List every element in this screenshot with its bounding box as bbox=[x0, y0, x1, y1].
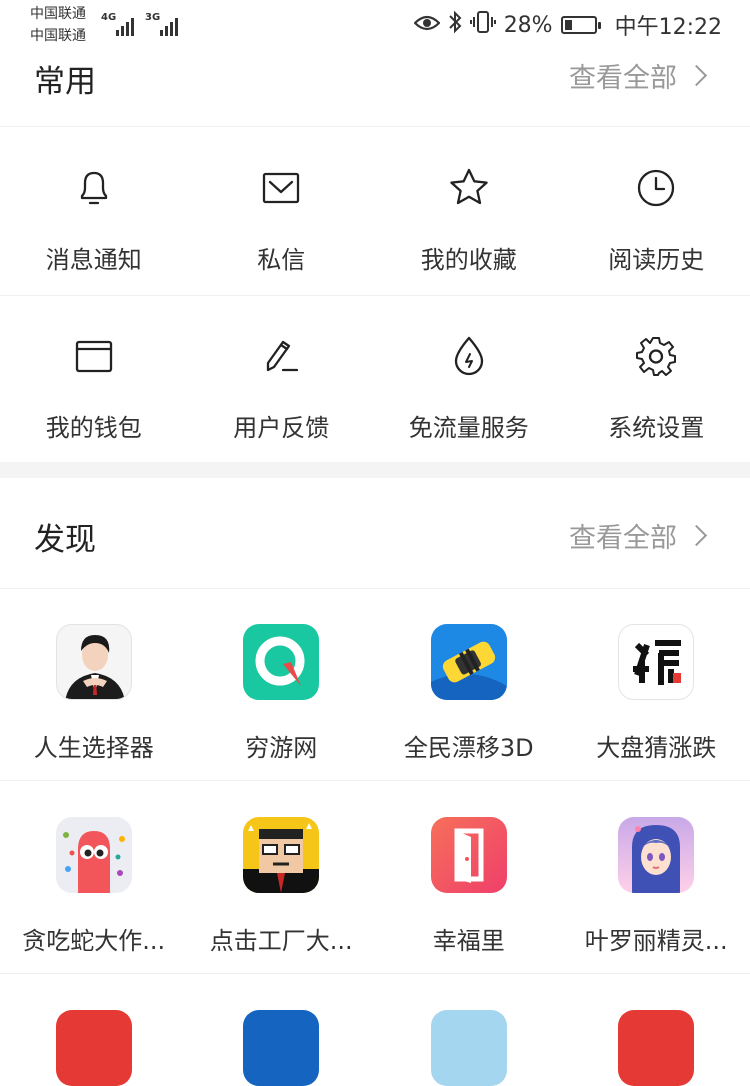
common-item-label: 私信 bbox=[257, 240, 305, 275]
discover-app-drift-3d[interactable]: 全民漂移3D bbox=[375, 624, 563, 763]
app-label: 大盘猜涨跌 bbox=[596, 728, 716, 763]
battery-icon bbox=[561, 16, 597, 34]
discover-row-1: 人生选择器 穷游网 全民漂移3D 大盘猜涨跌 bbox=[0, 624, 750, 763]
common-item-notifications[interactable]: 消息通知 bbox=[0, 164, 188, 275]
divider bbox=[0, 780, 750, 781]
life-chooser-app-icon bbox=[56, 624, 132, 700]
battery-fill bbox=[565, 20, 573, 30]
common-item-label: 免流量服务 bbox=[409, 408, 529, 443]
common-row-1: 消息通知 私信 我的收藏 阅读历史 bbox=[0, 164, 750, 275]
status-bar: 中国联通 中国联通 4G 3G 28% 中午12:22 bbox=[0, 0, 750, 50]
chevron-right-icon bbox=[686, 65, 707, 86]
common-item-label: 系统设置 bbox=[608, 408, 704, 443]
snake-app-icon bbox=[56, 817, 132, 893]
network-type-2: 3G bbox=[145, 12, 160, 23]
qyer-app-icon bbox=[243, 624, 319, 700]
carrier-label-1: 中国联通 bbox=[30, 6, 86, 22]
common-item-label: 用户反馈 bbox=[233, 408, 329, 443]
discover-app-partial[interactable] bbox=[188, 1010, 376, 1086]
gear-icon bbox=[632, 332, 680, 380]
vibrate-icon bbox=[470, 10, 496, 40]
common-row-2: 我的钱包 用户反馈 免流量服务 系统设置 bbox=[0, 332, 750, 443]
stock-guess-app-icon bbox=[618, 624, 694, 700]
clock-time: 中午12:22 bbox=[615, 9, 722, 41]
partial-app-icon bbox=[431, 1010, 507, 1086]
yeloli-app-icon bbox=[618, 817, 694, 893]
app-label: 穷游网 bbox=[245, 728, 317, 763]
discover-app-life-chooser[interactable]: 人生选择器 bbox=[0, 624, 188, 763]
common-item-label: 我的收藏 bbox=[421, 240, 517, 275]
app-label: 点击工厂大... bbox=[210, 921, 353, 956]
discover-app-click-factory[interactable]: 点击工厂大... bbox=[188, 817, 376, 956]
partial-app-icon bbox=[618, 1010, 694, 1086]
discover-app-xingfuli[interactable]: 幸福里 bbox=[375, 817, 563, 956]
common-item-label: 消息通知 bbox=[46, 240, 142, 275]
app-label: 贪吃蛇大作... bbox=[22, 921, 165, 956]
partial-app-icon bbox=[243, 1010, 319, 1086]
drop-icon bbox=[445, 332, 493, 380]
discover-app-partial[interactable] bbox=[563, 1010, 750, 1086]
network-type-1: 4G bbox=[101, 12, 116, 23]
divider bbox=[0, 295, 750, 296]
app-label: 幸福里 bbox=[433, 921, 505, 956]
section-separator bbox=[0, 462, 750, 478]
common-item-wallet[interactable]: 我的钱包 bbox=[0, 332, 188, 443]
common-item-history[interactable]: 阅读历史 bbox=[563, 164, 750, 275]
app-label: 叶罗丽精灵... bbox=[585, 921, 728, 956]
common-item-feedback[interactable]: 用户反馈 bbox=[188, 332, 376, 443]
discover-section-header: 发现 查看全部 bbox=[0, 504, 750, 564]
chevron-right-icon bbox=[686, 525, 707, 546]
common-item-private-message[interactable]: 私信 bbox=[188, 164, 376, 275]
wallet-icon bbox=[70, 332, 118, 380]
common-item-favorites[interactable]: 我的收藏 bbox=[375, 164, 563, 275]
status-right: 28% 中午12:22 bbox=[414, 8, 722, 42]
common-item-settings[interactable]: 系统设置 bbox=[563, 332, 750, 443]
common-section-title: 常用 bbox=[34, 56, 96, 101]
xingfuli-app-icon bbox=[431, 817, 507, 893]
discover-app-qyer[interactable]: 穷游网 bbox=[188, 624, 376, 763]
discover-app-partial[interactable] bbox=[0, 1010, 188, 1086]
discover-app-partial[interactable] bbox=[375, 1010, 563, 1086]
battery-percent: 28% bbox=[504, 13, 553, 38]
eye-icon bbox=[414, 13, 440, 38]
discover-app-snake[interactable]: 贪吃蛇大作... bbox=[0, 817, 188, 956]
bell-icon bbox=[70, 164, 118, 212]
discover-row-2: 贪吃蛇大作... 点击工厂大... 幸福里 叶罗丽精灵... bbox=[0, 817, 750, 956]
common-view-all-link[interactable]: 查看全部 bbox=[569, 56, 704, 95]
mail-icon bbox=[257, 164, 305, 212]
clock-icon bbox=[632, 164, 680, 212]
pencil-icon bbox=[257, 332, 305, 380]
common-item-free-data[interactable]: 免流量服务 bbox=[375, 332, 563, 443]
view-all-label: 查看全部 bbox=[569, 56, 677, 95]
bluetooth-icon bbox=[448, 10, 462, 40]
drift-car-app-icon bbox=[431, 624, 507, 700]
click-factory-app-icon bbox=[243, 817, 319, 893]
divider bbox=[0, 588, 750, 589]
discover-app-yeloli[interactable]: 叶罗丽精灵... bbox=[563, 817, 750, 956]
divider bbox=[0, 973, 750, 974]
common-section-header: 常用 查看全部 bbox=[0, 44, 750, 104]
app-label: 全民漂移3D bbox=[404, 728, 534, 763]
app-label: 人生选择器 bbox=[34, 728, 154, 763]
divider bbox=[0, 126, 750, 127]
star-icon bbox=[445, 164, 493, 212]
carrier-label-2: 中国联通 bbox=[30, 28, 86, 44]
signal-bars-2-icon bbox=[160, 16, 178, 36]
signal-bars-1-icon bbox=[116, 16, 134, 36]
common-item-label: 我的钱包 bbox=[46, 408, 142, 443]
discover-row-3-partial bbox=[0, 1010, 750, 1086]
discover-section-title: 发现 bbox=[34, 514, 96, 559]
common-item-label: 阅读历史 bbox=[608, 240, 704, 275]
partial-app-icon bbox=[56, 1010, 132, 1086]
view-all-label: 查看全部 bbox=[569, 516, 677, 555]
discover-view-all-link[interactable]: 查看全部 bbox=[569, 516, 704, 555]
discover-app-stock-guess[interactable]: 大盘猜涨跌 bbox=[563, 624, 750, 763]
